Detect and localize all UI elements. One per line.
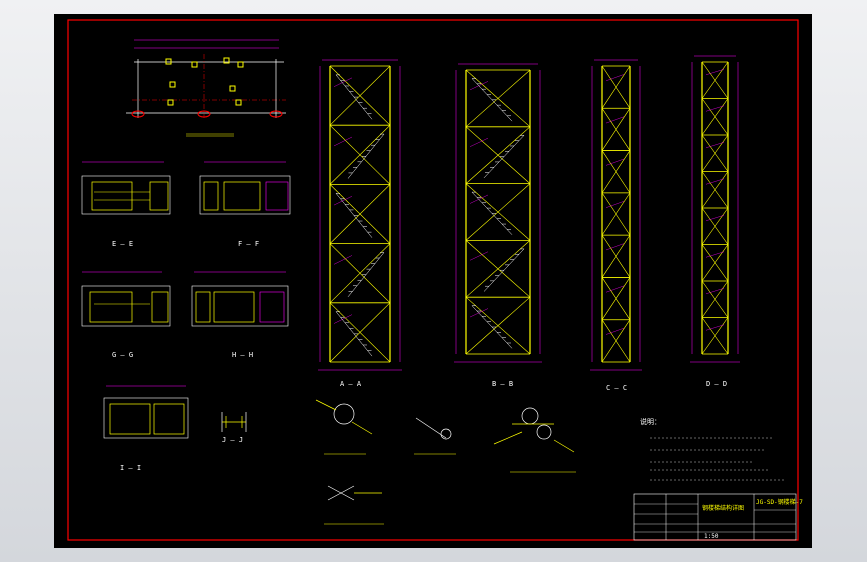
detail-3 <box>493 407 576 473</box>
tower-member <box>347 133 385 179</box>
tower-member <box>335 193 373 238</box>
tower-member <box>605 285 625 293</box>
label-section-e: E — E <box>112 240 133 248</box>
label-section-f: F — F <box>238 240 259 248</box>
tower-member <box>605 327 625 335</box>
drawing-canvas: 说明： 钢楼梯结构详图 JG-SD-钢楼梯-7 1:50 E — E F — F… <box>67 19 803 541</box>
label-section-h: H — H <box>232 351 253 359</box>
tower-member <box>705 178 725 185</box>
sheet-border <box>67 19 799 541</box>
section-f <box>199 161 291 215</box>
drawing-scale: 1:50 <box>704 533 719 540</box>
tower-member <box>705 324 725 331</box>
tower-member <box>605 116 625 124</box>
section-e <box>81 161 171 215</box>
label-section-c: C — C <box>606 384 627 392</box>
tower-member <box>705 251 725 258</box>
tower-member <box>471 78 513 122</box>
drawing-number: JG-SD-钢楼梯-7 <box>756 498 803 506</box>
tower-member <box>705 288 725 294</box>
label-section-d: D — D <box>706 380 727 388</box>
tower-member <box>605 243 625 251</box>
tower-member <box>471 305 513 349</box>
title-block: 钢楼梯结构详图 JG-SD-钢楼梯-7 1:50 <box>633 493 803 541</box>
tower-member <box>483 135 525 179</box>
tower-member <box>705 69 725 75</box>
label-section-g: G — G <box>112 351 133 359</box>
tower-member <box>605 74 625 81</box>
tower-member <box>483 248 525 292</box>
drawing-name: 钢楼梯结构详图 <box>702 504 744 512</box>
tower-member <box>605 201 625 208</box>
section-j <box>221 412 247 432</box>
plan-view <box>126 39 286 137</box>
tower-member <box>605 158 625 166</box>
notes-title: 说明： <box>640 417 661 426</box>
tower-member <box>335 311 373 357</box>
tower-member <box>705 105 725 112</box>
tower-member <box>471 191 513 235</box>
label-section-i: I — I <box>120 464 141 472</box>
label-section-a: A — A <box>340 380 362 388</box>
label-section-j: J — J <box>222 436 243 444</box>
section-i <box>103 385 189 439</box>
detail-2 <box>414 417 456 455</box>
section-g <box>81 271 171 327</box>
cad-window: 说明： 钢楼梯结构详图 JG-SD-钢楼梯-7 1:50 E — E F — F… <box>0 0 867 562</box>
detail-4 <box>324 485 384 525</box>
tower-member <box>335 74 373 120</box>
tower-elevations <box>318 55 740 371</box>
tower-member <box>347 252 385 298</box>
tower-member <box>705 215 725 221</box>
section-h <box>191 271 289 327</box>
tower-member <box>705 142 725 148</box>
detail-1 <box>315 399 373 455</box>
tower-member <box>469 251 489 261</box>
drawing-sheet: 说明： 钢楼梯结构详图 JG-SD-钢楼梯-7 1:50 E — E F — F… <box>54 14 812 548</box>
label-section-b: B — B <box>492 380 513 388</box>
tower-member <box>469 137 489 147</box>
notes-block: 说明： <box>640 417 784 481</box>
